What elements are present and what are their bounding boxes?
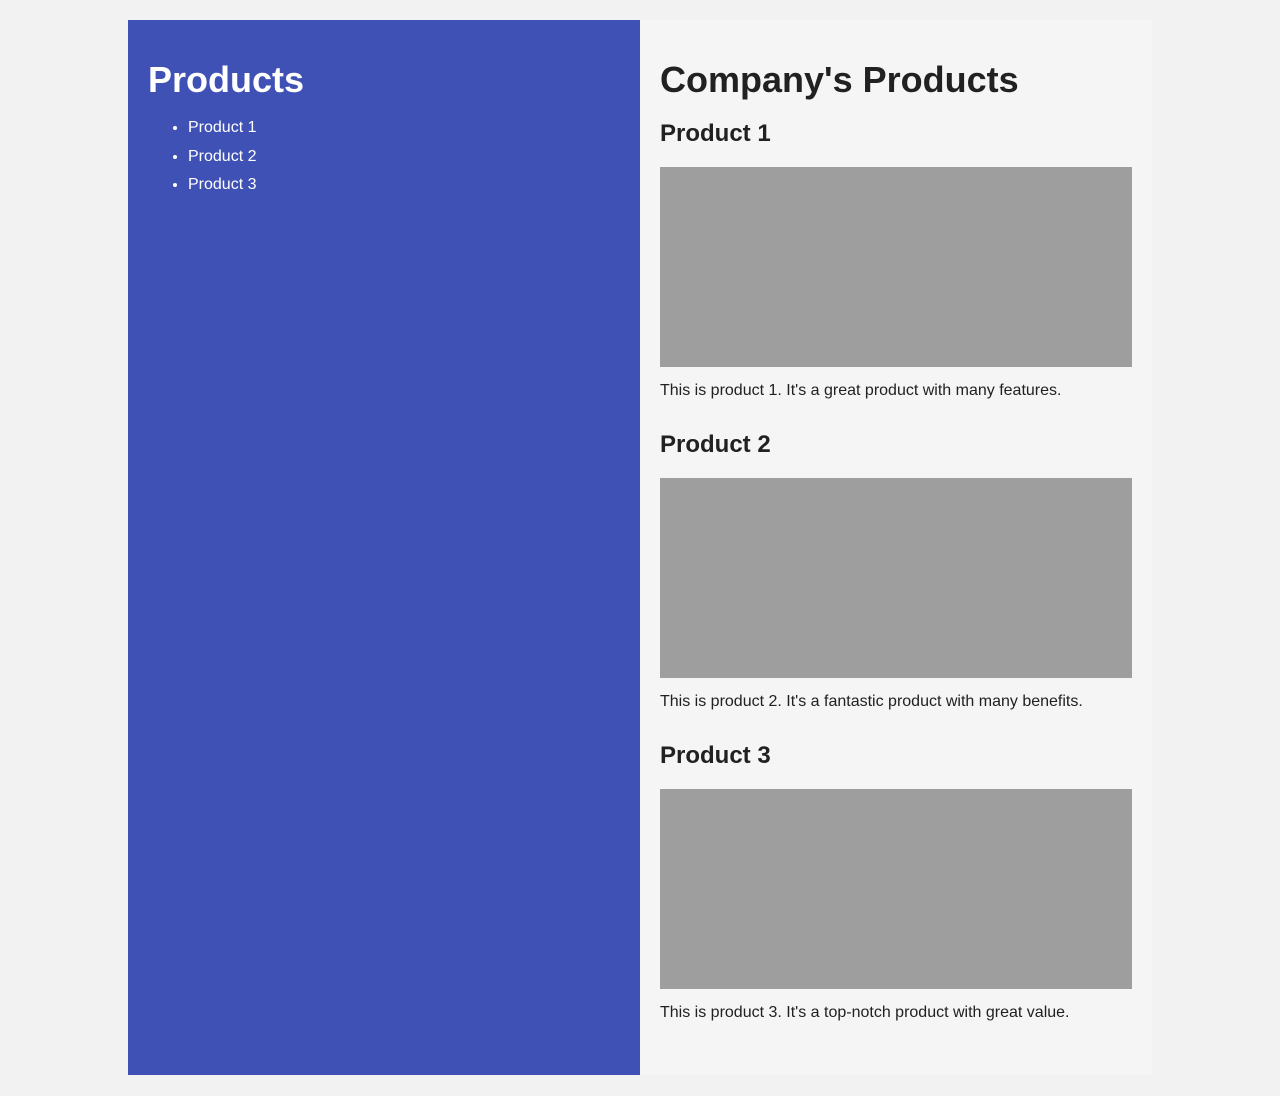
product-title: Product 1 [660, 120, 771, 147]
product-image-placeholder [660, 789, 1132, 989]
product-description: This is product 3. It's a top-notch prod… [660, 1004, 1070, 1021]
product-title: Product 3 [660, 742, 771, 769]
product-card-2: Product 2 This is product 2. It's a fant… [660, 431, 1132, 712]
product-card-1: Product 1 This is product 1. It's a grea… [660, 120, 1132, 401]
product-title: Product 2 [660, 431, 771, 458]
sidebar-product-list: Product 1 Product 2 Product 3 [148, 118, 620, 195]
sidebar-item-product-2[interactable]: Product 2 [188, 147, 620, 167]
sidebar-item-product-1[interactable]: Product 1 [188, 118, 620, 138]
page-title: Company's Products [660, 59, 1019, 100]
product-image-placeholder [660, 478, 1132, 678]
main-content: Company's Products Product 1 This is pro… [640, 20, 1152, 1075]
product-description: This is product 1. It's a great product … [660, 382, 1062, 399]
product-card-3: Product 3 This is product 3. It's a top-… [660, 742, 1132, 1023]
product-description: This is product 2. It's a fantastic prod… [660, 693, 1083, 710]
sidebar-item-product-3[interactable]: Product 3 [188, 175, 620, 195]
product-image-placeholder [660, 167, 1132, 367]
sidebar: Products Product 1 Product 2 Product 3 [128, 20, 640, 1075]
sidebar-title: Products [148, 59, 305, 100]
page-container: Products Product 1 Product 2 Product 3 C… [128, 20, 1152, 1075]
